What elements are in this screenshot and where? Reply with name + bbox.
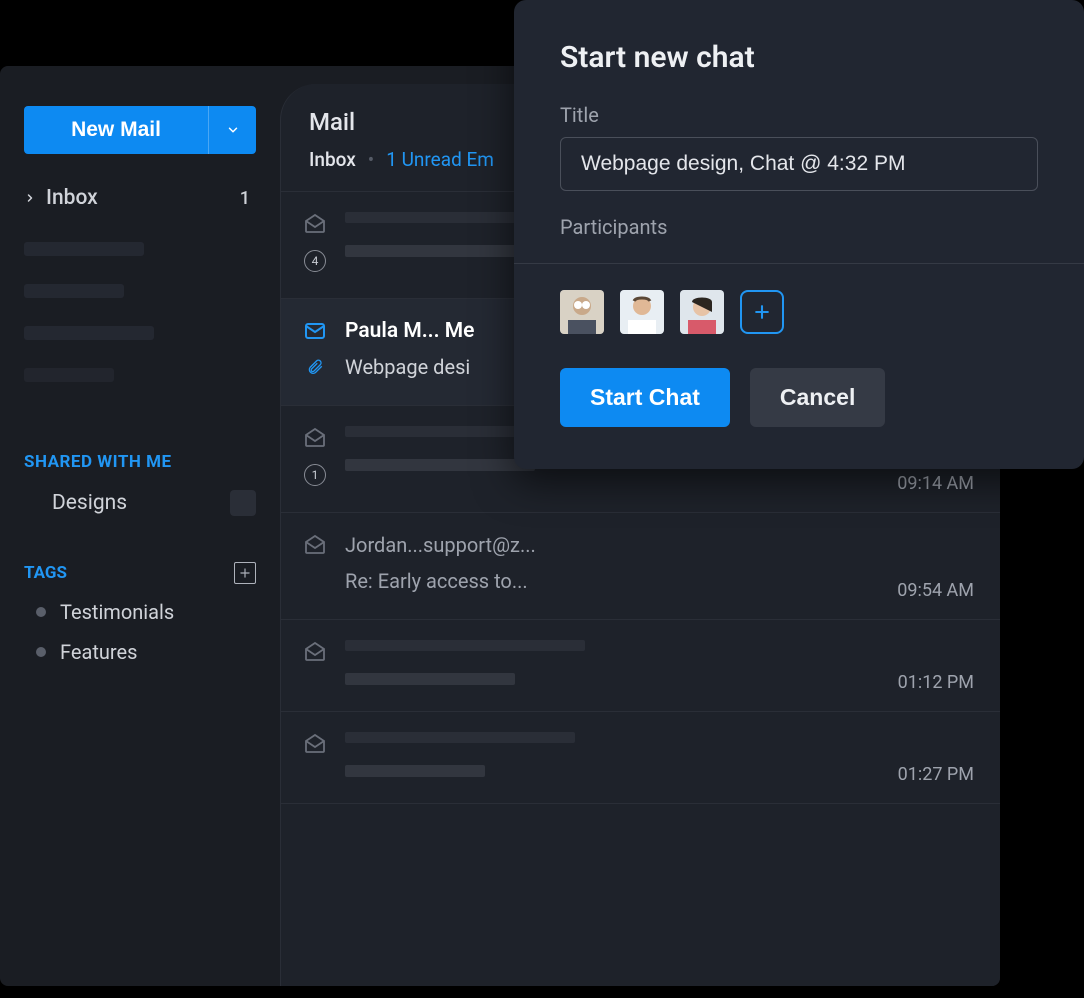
tags-label: TAGS <box>24 563 67 583</box>
start-new-chat-dialog: Start new chat Title Participants Start … <box>514 0 1084 469</box>
plus-icon <box>238 566 252 580</box>
envelope-open-icon <box>303 732 327 756</box>
cancel-button[interactable]: Cancel <box>750 368 885 427</box>
title-field-label: Title <box>560 103 1038 127</box>
new-mail-dropdown-button[interactable] <box>208 106 256 154</box>
participant-avatar[interactable] <box>680 290 724 334</box>
mail-from: Jordan...support@z... <box>345 533 972 557</box>
new-mail-button-group: New Mail <box>24 106 256 154</box>
mail-row[interactable]: Jordan...support@z... Re: Early access t… <box>281 512 1000 619</box>
sidebar: New Mail Inbox 1 SHARED WITH ME Designs … <box>0 66 280 986</box>
mail-time: 01:27 PM <box>898 764 974 785</box>
chevron-right-icon <box>24 192 36 204</box>
tags-header: TAGS <box>24 562 256 584</box>
inbox-filter-label: Inbox <box>309 148 356 171</box>
mail-row[interactable]: 01:27 PM <box>281 711 1000 804</box>
mail-placeholder <box>345 765 485 777</box>
shared-with-me-label: SHARED WITH ME <box>24 452 256 472</box>
unread-link[interactable]: 1 Unread Em <box>386 148 494 171</box>
inbox-count: 1 <box>240 188 250 209</box>
participant-avatar[interactable] <box>560 290 604 334</box>
envelope-open-icon <box>303 426 327 450</box>
add-tag-button[interactable] <box>234 562 256 584</box>
sidebar-item-inbox[interactable]: Inbox 1 <box>24 182 256 214</box>
sidebar-placeholder <box>24 326 154 340</box>
sidebar-placeholder <box>24 284 124 298</box>
tag-label: Testimonials <box>60 600 174 624</box>
sidebar-placeholder <box>24 368 114 382</box>
envelope-icon <box>303 319 327 343</box>
tag-item-features[interactable]: Features <box>24 640 256 664</box>
envelope-open-icon <box>303 640 327 664</box>
thread-count-badge: 1 <box>304 464 326 486</box>
sidebar-item-designs[interactable]: Designs <box>24 490 256 516</box>
tag-item-testimonials[interactable]: Testimonials <box>24 600 256 624</box>
attachment-icon <box>306 357 324 377</box>
mail-time: 01:12 PM <box>898 672 974 693</box>
mail-placeholder <box>345 459 535 471</box>
mail-subject: Webpage desi <box>345 355 470 379</box>
envelope-open-icon <box>303 212 327 236</box>
chevron-down-icon <box>226 123 240 137</box>
sidebar-placeholder <box>24 242 144 256</box>
new-mail-button[interactable]: New Mail <box>24 106 208 154</box>
participants-label: Participants <box>560 215 1038 239</box>
participant-avatar[interactable] <box>620 290 664 334</box>
inbox-label: Inbox <box>46 186 98 210</box>
dialog-actions: Start Chat Cancel <box>560 368 1038 427</box>
tag-dot-icon <box>36 607 46 617</box>
tag-label: Features <box>60 640 137 664</box>
mail-time: 09:54 AM <box>897 580 974 601</box>
chat-title-input[interactable] <box>560 137 1038 191</box>
designs-label: Designs <box>52 491 127 515</box>
mail-placeholder <box>345 732 575 743</box>
dialog-title: Start new chat <box>560 40 1038 75</box>
mail-time: 09:14 AM <box>897 473 974 494</box>
envelope-open-icon <box>303 533 327 557</box>
start-chat-button[interactable]: Start Chat <box>560 368 730 427</box>
participants-row <box>560 290 1038 334</box>
thread-count-badge: 4 <box>304 250 326 272</box>
mail-subject: Re: Early access to... <box>345 569 972 593</box>
mail-row[interactable]: 01:12 PM <box>281 619 1000 711</box>
divider <box>514 263 1084 264</box>
plus-icon <box>752 302 772 322</box>
add-participant-button[interactable] <box>740 290 784 334</box>
separator-dot: • <box>368 148 374 171</box>
tag-dot-icon <box>36 647 46 657</box>
mail-placeholder <box>345 640 585 651</box>
designs-badge <box>230 490 256 516</box>
mail-placeholder <box>345 673 515 685</box>
